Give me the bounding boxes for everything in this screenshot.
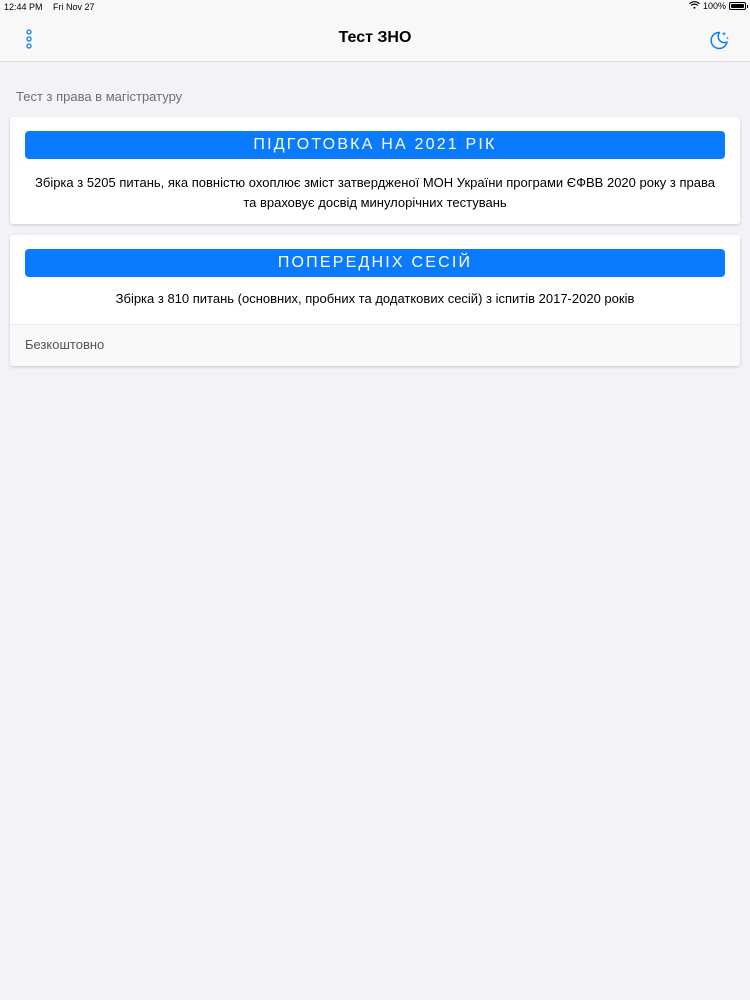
- status-time: 12:44 PM: [4, 2, 43, 12]
- battery-icon: [729, 2, 748, 10]
- status-bar: 12:44 PM Fri Nov 27 100%: [0, 0, 750, 14]
- moon-icon[interactable]: [708, 29, 730, 51]
- section-header: Тест з права в магістратуру: [16, 89, 183, 104]
- card-description: Збірка з 5205 питань, яка повністю охопл…: [35, 175, 715, 210]
- course-card-2021: ПІДГОТОВКА НА 2021 РІК Збірка з 5205 пит…: [10, 117, 740, 224]
- prep-2021-button[interactable]: ПІДГОТОВКА НА 2021 РІК: [25, 131, 725, 159]
- card-footer: Безкоштовно: [10, 324, 740, 366]
- status-right: 100%: [689, 1, 748, 11]
- course-card-previous-sessions: ПОПЕРЕДНІХ СЕСІЙ Збірка з 810 питань (ос…: [10, 235, 740, 366]
- status-date: Fri Nov 27: [53, 2, 95, 12]
- battery-percent: 100%: [702, 1, 726, 11]
- nav-bar: Тест ЗНО: [0, 14, 750, 62]
- card-description: Збірка з 810 питань (основних, пробних т…: [115, 291, 635, 306]
- wifi-icon: [689, 1, 700, 11]
- page-title: Тест ЗНО: [338, 29, 412, 46]
- free-label: Безкоштовно: [25, 337, 105, 352]
- previous-sessions-button[interactable]: ПОПЕРЕДНІХ СЕСІЙ: [25, 249, 725, 277]
